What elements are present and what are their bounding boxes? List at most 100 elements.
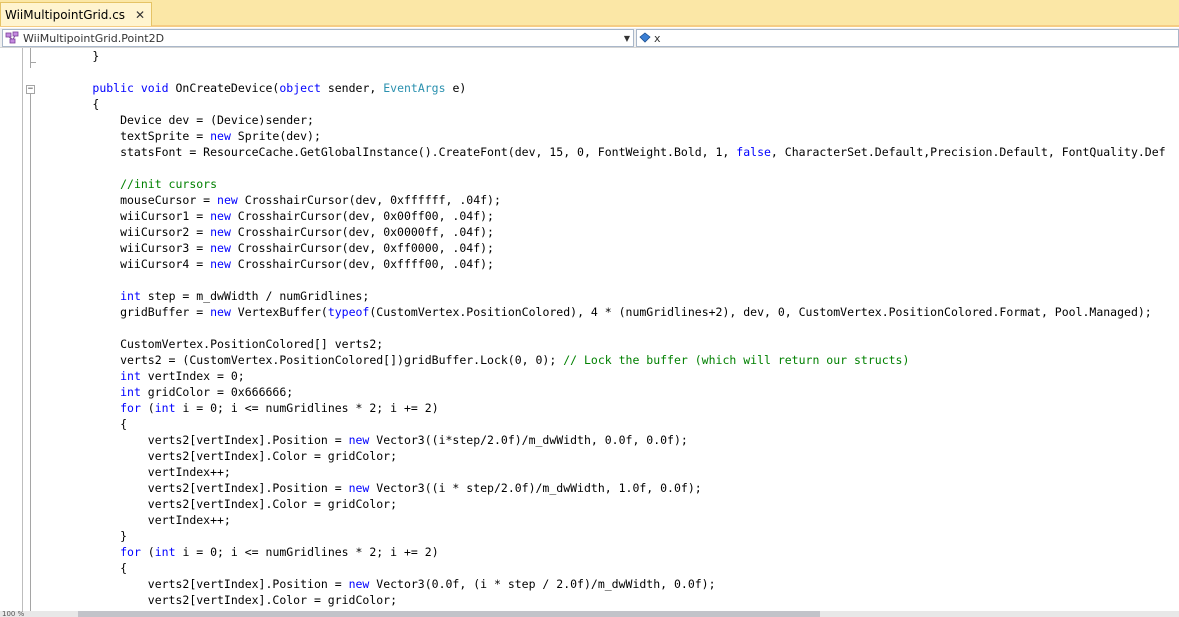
code-token: verts2[vertIndex].Color = gridColor; [37, 593, 398, 607]
keyword-token: typeof [327, 305, 370, 319]
code-token: Vector3(0.0f, (i * step / 2.0f)/m_dwWidt… [369, 577, 716, 591]
keyword-token: new [210, 305, 231, 319]
code-token: Vector3((i * step/2.0f)/m_dwWidth, 1.0f,… [369, 481, 702, 495]
code-token: { [37, 561, 128, 575]
code-line[interactable] [37, 160, 1166, 176]
keyword-token: new [210, 257, 231, 271]
code-token: CrosshairCursor(dev, 0x0000ff, .04f); [230, 225, 494, 239]
code-text[interactable]: } public void OnCreateDevice(object send… [37, 48, 1166, 608]
code-line[interactable]: { [37, 416, 1166, 432]
code-token: verts2[vertIndex].Position = [37, 577, 349, 591]
code-line[interactable] [37, 320, 1166, 336]
code-line[interactable]: wiiCursor3 = new CrosshairCursor(dev, 0x… [37, 240, 1166, 256]
keyword-token: int [120, 385, 141, 399]
code-editor[interactable]: − } public void OnCreateDevice(object se… [0, 48, 1179, 611]
keyword-token: new [210, 241, 231, 255]
code-token: ( [140, 545, 155, 559]
member-selector-dropdown[interactable]: x [636, 29, 1179, 47]
code-token: CrosshairCursor(dev, 0xffffff, .04f); [237, 193, 501, 207]
code-token: Device dev = (Device)sender; [37, 113, 314, 127]
horizontal-scrollbar[interactable] [0, 611, 1179, 617]
code-token: sender, [320, 81, 384, 95]
code-token: vertIndex++; [37, 513, 231, 527]
code-line[interactable]: CustomVertex.PositionColored[] verts2; [37, 336, 1166, 352]
keyword-token: int [154, 401, 176, 415]
code-token: Sprite(dev); [230, 129, 321, 143]
code-line[interactable]: Device dev = (Device)sender; [37, 112, 1166, 128]
keyword-token: new [210, 225, 231, 239]
code-line[interactable]: statsFont = ResourceCache.GetGlobalInsta… [37, 144, 1166, 160]
code-line[interactable]: wiiCursor4 = new CrosshairCursor(dev, 0x… [37, 256, 1166, 272]
class-selector-dropdown[interactable]: WiiMultipointGrid.Point2D ▼ [2, 29, 634, 47]
code-token: statsFont = ResourceCache.GetGlobalInsta… [37, 145, 737, 159]
class-selector-value: WiiMultipointGrid.Point2D [23, 31, 165, 45]
document-tab-strip: WiiMultipointGrid.cs ✕ [0, 0, 1179, 27]
code-line[interactable]: verts2[vertIndex].Position = new Vector3… [37, 432, 1166, 448]
code-token: , CharacterSet.Default,Precision.Default… [770, 145, 1166, 159]
code-token: } [37, 49, 100, 63]
code-line[interactable]: for (int i = 0; i <= numGridlines * 2; i… [37, 544, 1166, 560]
code-line[interactable]: mouseCursor = new CrosshairCursor(dev, 0… [37, 192, 1166, 208]
code-line[interactable]: } [37, 48, 1166, 64]
code-token: CrosshairCursor(dev, 0xffff00, .04f); [230, 257, 494, 271]
field-icon [639, 32, 651, 43]
code-line[interactable]: for (int i = 0; i <= numGridlines * 2; i… [37, 400, 1166, 416]
code-line[interactable]: gridBuffer = new VertexBuffer(typeof(Cus… [37, 304, 1166, 320]
indicator-margin [0, 48, 22, 611]
code-token: vertIndex++; [37, 465, 231, 479]
code-token: verts2 = (CustomVertex.PositionColored[]… [37, 353, 564, 367]
margin-divider [22, 48, 23, 611]
code-token: wiiCursor3 = [37, 241, 211, 255]
type-token: EventArgs [383, 81, 446, 95]
code-line[interactable]: verts2[vertIndex].Position = new Vector3… [37, 576, 1166, 592]
zoom-level[interactable]: 100 % [2, 611, 24, 617]
code-line[interactable]: vertIndex++; [37, 464, 1166, 480]
code-line[interactable]: verts2[vertIndex].Color = gridColor; [37, 496, 1166, 512]
member-selector-value: x [654, 31, 661, 45]
code-token: (CustomVertex.PositionColored), 4 * (num… [369, 305, 1152, 319]
collapse-icon[interactable]: − [26, 85, 35, 94]
code-line[interactable]: { [37, 96, 1166, 112]
chevron-down-icon[interactable]: ▼ [624, 34, 630, 43]
code-line[interactable] [37, 272, 1166, 288]
code-token: verts2[vertIndex].Color = gridColor; [37, 497, 398, 511]
code-line[interactable]: wiiCursor1 = new CrosshairCursor(dev, 0x… [37, 208, 1166, 224]
keyword-token: new [210, 129, 231, 143]
code-line[interactable]: //init cursors [37, 176, 1166, 192]
code-line[interactable]: } [37, 528, 1166, 544]
document-tab[interactable]: WiiMultipointGrid.cs ✕ [0, 2, 153, 26]
code-token: vertIndex = 0; [140, 369, 245, 383]
keyword-token: object [279, 81, 321, 95]
code-line[interactable] [37, 64, 1166, 80]
tab-title: WiiMultipointGrid.cs [5, 7, 126, 22]
close-icon[interactable]: ✕ [133, 8, 147, 22]
code-line[interactable]: int gridColor = 0x666666; [37, 384, 1166, 400]
code-line[interactable]: textSprite = new Sprite(dev); [37, 128, 1166, 144]
code-line[interactable]: int step = m_dwWidth / numGridlines; [37, 288, 1166, 304]
keyword-token: false [736, 145, 771, 159]
keyword-token: void [140, 81, 169, 95]
scrollbar-thumb[interactable] [78, 611, 820, 617]
outline-end-tick [30, 62, 36, 63]
code-line[interactable]: wiiCursor2 = new CrosshairCursor(dev, 0x… [37, 224, 1166, 240]
code-token: gridColor = 0x666666; [140, 385, 294, 399]
code-line[interactable]: verts2[vertIndex].Color = gridColor; [37, 448, 1166, 464]
code-line[interactable]: vertIndex++; [37, 512, 1166, 528]
code-token: CrosshairCursor(dev, 0x00ff00, .04f); [230, 209, 494, 223]
code-token: CrosshairCursor(dev, 0xff0000, .04f); [230, 241, 494, 255]
code-line[interactable]: int vertIndex = 0; [37, 368, 1166, 384]
code-line[interactable]: public void OnCreateDevice(object sender… [37, 80, 1166, 96]
code-line[interactable]: verts2 = (CustomVertex.PositionColored[]… [37, 352, 1166, 368]
keyword-token: new [348, 433, 370, 447]
code-token: wiiCursor1 = [37, 209, 211, 223]
code-line[interactable]: verts2[vertIndex].Color = gridColor; [37, 592, 1166, 608]
code-token: textSprite = [37, 129, 211, 143]
code-line[interactable]: { [37, 560, 1166, 576]
code-line[interactable]: verts2[vertIndex].Position = new Vector3… [37, 480, 1166, 496]
